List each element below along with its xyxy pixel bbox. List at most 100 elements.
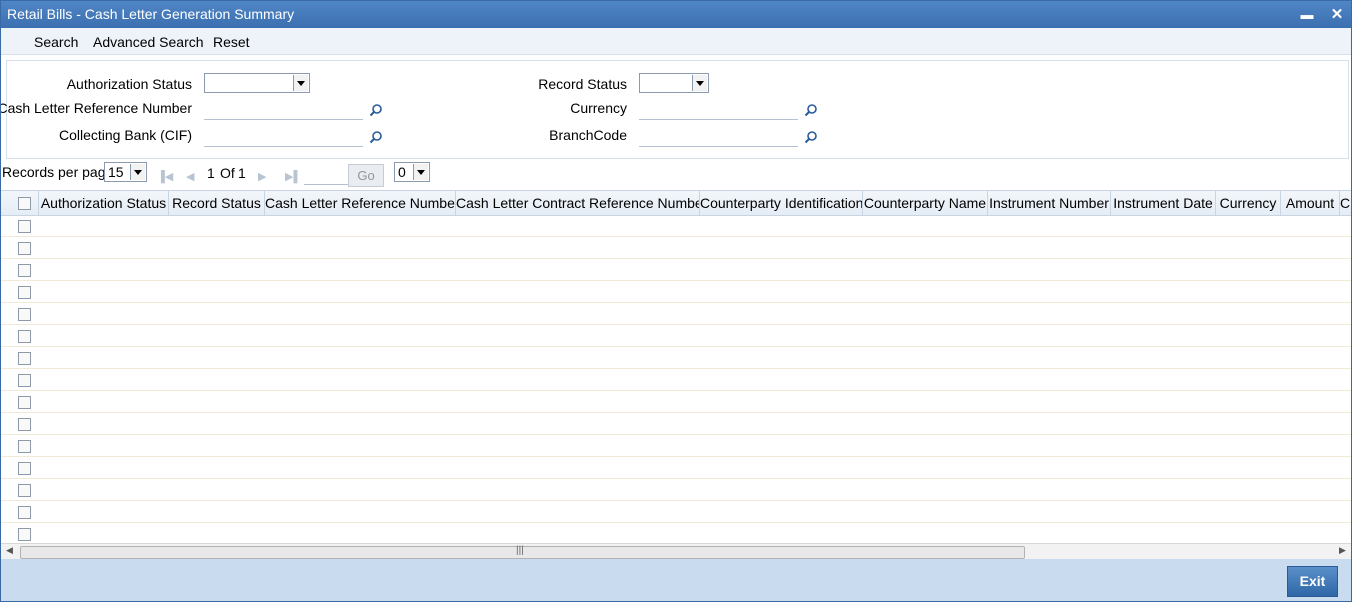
select-all-cell — [1, 191, 39, 215]
table-row[interactable] — [1, 436, 1351, 458]
go-button[interactable]: Go — [348, 164, 384, 187]
search-icon[interactable] — [804, 130, 818, 144]
table-row[interactable] — [1, 458, 1351, 480]
table-row[interactable] — [1, 326, 1351, 348]
row-checkbox[interactable] — [18, 418, 31, 431]
page-jump-value: 0 — [398, 164, 406, 180]
previous-page-icon[interactable]: ◀ — [186, 170, 194, 183]
chevron-down-icon — [413, 164, 428, 180]
row-checkbox[interactable] — [18, 242, 31, 255]
table-row[interactable] — [1, 370, 1351, 392]
currency-input[interactable] — [639, 99, 798, 120]
cash-letter-reference-number-input[interactable] — [204, 99, 363, 120]
row-divider — [1, 456, 1351, 457]
menu-bar: Search Advanced Search Reset — [1, 28, 1351, 55]
row-checkbox[interactable] — [18, 462, 31, 475]
title-bar: Retail Bills - Cash Letter Generation Su… — [1, 1, 1351, 28]
branch-code-input[interactable] — [639, 126, 798, 147]
authorization-status-label: Authorization Status — [66, 76, 192, 92]
of-label: Of — [220, 165, 235, 181]
column-header[interactable]: Instrument Number — [988, 191, 1111, 215]
column-header[interactable]: Counterparty Name — [863, 191, 988, 215]
row-checkbox[interactable] — [18, 374, 31, 387]
row-divider — [1, 302, 1351, 303]
scrollbar-thumb[interactable]: ||| — [20, 545, 1025, 559]
table-row[interactable] — [1, 392, 1351, 414]
records-per-page-label: Records per page — [2, 164, 114, 180]
table-row[interactable] — [1, 260, 1351, 282]
table-row[interactable] — [1, 304, 1351, 326]
column-header[interactable]: Authorization Status — [39, 191, 169, 215]
table-row[interactable] — [1, 238, 1351, 260]
grip-icon: ||| — [516, 545, 524, 556]
table-row[interactable] — [1, 414, 1351, 436]
row-checkbox[interactable] — [18, 396, 31, 409]
minimize-button[interactable]: ▬ — [1297, 5, 1317, 25]
records-per-page-select[interactable]: 15 — [104, 162, 147, 182]
chevron-down-icon — [692, 75, 707, 91]
column-header[interactable]: Counterparty Identification — [700, 191, 863, 215]
column-header[interactable]: Cash Letter Contract Reference Number — [456, 191, 700, 215]
chevron-down-icon — [293, 75, 308, 91]
column-header[interactable]: Cash Letter Reference Number — [265, 191, 456, 215]
exit-button[interactable]: Exit — [1287, 566, 1338, 597]
menu-search[interactable]: Search — [34, 34, 78, 50]
record-status-select[interactable] — [639, 73, 709, 93]
horizontal-scrollbar[interactable]: ◀ ||| ▶ — [1, 543, 1351, 560]
row-divider — [1, 500, 1351, 501]
next-page-icon[interactable]: ▶ — [258, 170, 266, 183]
search-icon[interactable] — [804, 103, 818, 117]
total-pages: 1 — [238, 165, 246, 181]
column-header[interactable]: Amount — [1281, 191, 1340, 215]
record-status-label: Record Status — [538, 76, 627, 92]
menu-advanced-search[interactable]: Advanced Search — [93, 34, 204, 50]
row-checkbox[interactable] — [18, 264, 31, 277]
current-page: 1 — [207, 165, 215, 181]
page-number-input[interactable] — [304, 166, 348, 185]
row-checkbox[interactable] — [18, 506, 31, 519]
row-checkbox[interactable] — [18, 484, 31, 497]
row-divider — [1, 346, 1351, 347]
row-checkbox[interactable] — [18, 330, 31, 343]
row-divider — [1, 412, 1351, 413]
row-checkbox[interactable] — [18, 352, 31, 365]
row-checkbox[interactable] — [18, 308, 31, 321]
row-divider — [1, 324, 1351, 325]
search-icon[interactable] — [369, 103, 383, 117]
row-checkbox[interactable] — [18, 528, 31, 541]
select-all-checkbox[interactable] — [18, 197, 31, 210]
table-row[interactable] — [1, 216, 1351, 238]
menu-reset[interactable]: Reset — [213, 34, 250, 50]
footer-bar — [1, 559, 1351, 601]
row-checkbox[interactable] — [18, 220, 31, 233]
table-row[interactable] — [1, 282, 1351, 304]
page-jump-select[interactable]: 0 — [394, 162, 430, 182]
summary-window: Retail Bills - Cash Letter Generation Su… — [0, 0, 1352, 602]
last-page-icon[interactable]: ▶▌ — [285, 170, 301, 183]
table-row[interactable] — [1, 480, 1351, 502]
scroll-right-icon[interactable]: ▶ — [1339, 545, 1346, 556]
first-page-icon[interactable]: ▐◀ — [157, 170, 173, 183]
scroll-left-icon[interactable]: ◀ — [6, 545, 13, 556]
search-icon[interactable] — [369, 130, 383, 144]
grid-header: Authorization Status Record Status Cash … — [1, 190, 1351, 216]
row-checkbox[interactable] — [18, 286, 31, 299]
row-divider — [1, 236, 1351, 237]
row-divider — [1, 280, 1351, 281]
table-row[interactable] — [1, 348, 1351, 370]
collecting-bank-input[interactable] — [204, 126, 363, 147]
column-header[interactable]: C — [1340, 191, 1351, 215]
column-header[interactable]: Record Status — [169, 191, 265, 215]
authorization-status-select[interactable] — [204, 73, 310, 93]
records-per-page-value: 15 — [108, 164, 124, 180]
table-row[interactable] — [1, 502, 1351, 524]
close-button[interactable]: ✕ — [1327, 5, 1347, 25]
window-title: Retail Bills - Cash Letter Generation Su… — [7, 6, 295, 22]
column-header[interactable]: Instrument Date — [1111, 191, 1216, 215]
row-checkbox[interactable] — [18, 440, 31, 453]
branch-code-label: BranchCode — [549, 127, 627, 143]
cash-letter-reference-number-label: Cash Letter Reference Number — [0, 100, 192, 116]
collecting-bank-label: Collecting Bank (CIF) — [58, 127, 192, 143]
row-divider — [1, 522, 1351, 523]
column-header[interactable]: Currency — [1216, 191, 1281, 215]
